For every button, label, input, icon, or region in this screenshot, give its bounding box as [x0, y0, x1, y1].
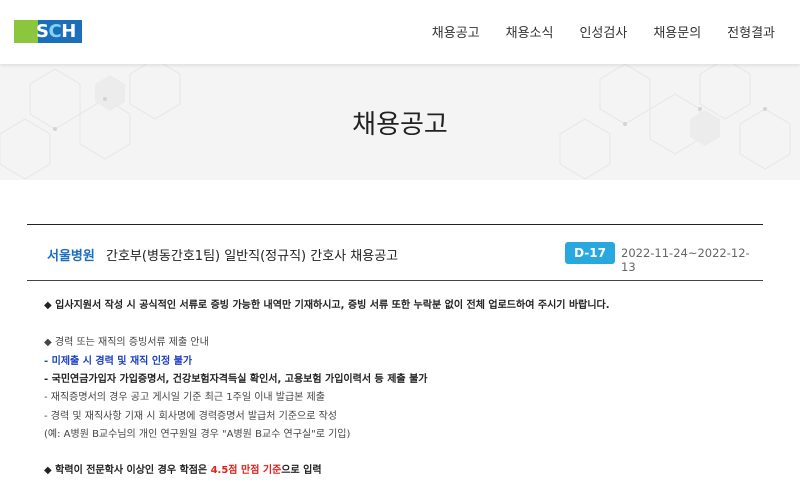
- notice-line-5: - 재직증명서의 경우 공고 게시일 기준 최근 1주일 이내 발급본 제출: [44, 392, 325, 403]
- post-title: 간호부(병동간호1팀) 일반직(정규직) 간호사 채용공고: [106, 249, 399, 264]
- notice-line-1: ◆ 입사지원서 작성 시 공식적인 서류로 증빙 가능한 내역만 기재하시고, …: [44, 300, 610, 311]
- notice-line-8-red: 4.5점 만점 기준: [210, 465, 282, 476]
- site-header: SCH 채용공고 채용소식 인성검사 채용문의 전형결과: [0, 0, 800, 64]
- dday-badge: D-17: [565, 242, 615, 264]
- post-period: 2022-11-24~2022-12-13: [621, 246, 750, 274]
- notice-line-8-post: 으로 입력: [281, 465, 322, 476]
- notice-line-2: ◆ 경력 또는 재직의 증빙서류 제출 안내: [44, 337, 209, 348]
- hero-banner: 채용공고: [0, 64, 800, 180]
- notice-line-8: ◆ 학력이 전문학사 이상인 경우 학점은 4.5점 만점 기준으로 입력: [44, 461, 322, 476]
- page-title: 채용공고: [352, 110, 448, 140]
- notice-line-4: - 국민연금가입자 가입증명서, 건강보험자격득실 확인서, 고용보험 가입이력…: [44, 374, 428, 385]
- sch-logo[interactable]: SCH: [14, 20, 82, 43]
- nav-item-job-postings[interactable]: 채용공고: [432, 22, 480, 41]
- hospital-name: 서울병원: [47, 249, 95, 264]
- nav-item-recruit-inquiry[interactable]: 채용문의: [653, 22, 701, 41]
- nav-item-results[interactable]: 전형결과: [727, 22, 775, 41]
- notice-line-7: (예: A병원 B교수님의 개인 연구원일 경우 "A병원 B교수 연구실"로 …: [44, 429, 351, 440]
- nav-item-recruit-news[interactable]: 채용소식: [506, 22, 554, 41]
- notice-line-8-pre: ◆ 학력이 전문학사 이상인 경우 학점은: [44, 465, 211, 476]
- notice-line-6: - 경력 및 재직사항 기재 시 회사명에 경력증명서 발급처 기준으로 작성: [44, 411, 337, 422]
- notice-line-3: - 미제출 시 경력 및 재직 인정 불가: [44, 356, 193, 367]
- post-header: 서울병원 간호부(병동간호1팀) 일반직(정규직) 간호사 채용공고 D-17 …: [27, 224, 763, 281]
- logo-text: SCH: [36, 21, 76, 42]
- nav-item-personality-test[interactable]: 인성검사: [579, 22, 627, 41]
- main-nav: 채용공고 채용소식 인성검사 채용문의 전형결과: [406, 22, 775, 41]
- logo-green-block: [14, 20, 38, 43]
